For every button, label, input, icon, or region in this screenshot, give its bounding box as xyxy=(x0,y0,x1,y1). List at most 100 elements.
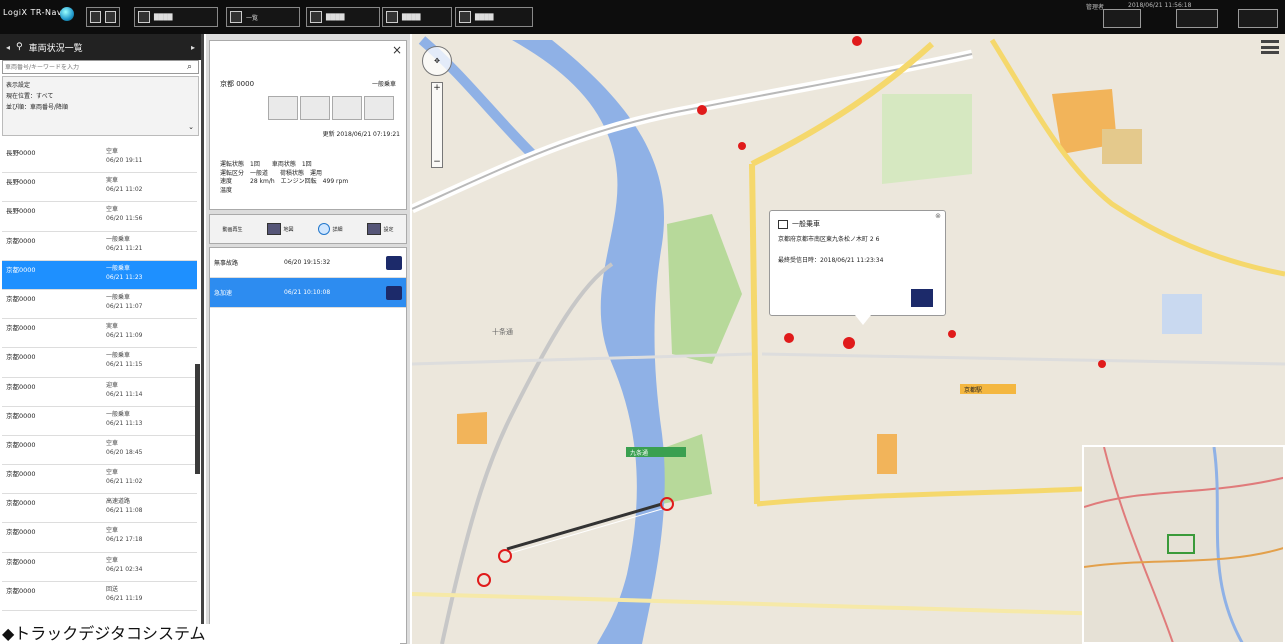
tb-button-1[interactable]: ████ xyxy=(134,7,218,27)
station-marker[interactable] xyxy=(498,549,512,563)
filter-settings[interactable]: 表示設定 現在位置：すべて 並び順：車両番号/降順 ⌄ xyxy=(2,76,199,136)
vehicle-row-time: 06/21 11:02 xyxy=(106,186,143,194)
vehicle-row[interactable]: 長野0000 空車 06/20 11:56 xyxy=(2,202,197,232)
close-icon[interactable]: × xyxy=(392,43,402,57)
vehicle-row[interactable]: 京都0000 一般乗車 06/21 11:15 xyxy=(2,348,197,378)
logout-button[interactable] xyxy=(1238,9,1278,28)
vehicle-row[interactable]: 京都0000 迎車 06/21 11:14 xyxy=(2,378,197,407)
vehicle-marker[interactable] xyxy=(697,105,707,115)
other-button[interactable] xyxy=(364,96,394,120)
vehicle-row[interactable]: 京都0000 一般乗車 06/21 11:07 xyxy=(2,290,197,320)
event-row[interactable]: 急加速 06/21 10:10:08 xyxy=(210,278,406,308)
vehicle-marker[interactable] xyxy=(852,36,862,46)
main-road xyxy=(756,486,1083,507)
search-input[interactable] xyxy=(3,63,187,71)
zoom-out-icon[interactable]: − xyxy=(433,157,441,167)
route-button[interactable] xyxy=(268,96,298,120)
vehicle-row-status: 空車 06/20 11:56 xyxy=(106,205,143,227)
vehicle-row-time: 06/21 02:34 xyxy=(106,565,143,573)
vehicle-row-state: 高速道路 xyxy=(106,498,131,506)
zoom-slider[interactable]: + − xyxy=(431,82,443,168)
map-label: 京都駅 xyxy=(964,386,982,394)
event-row[interactable]: 無事故路 06/20 19:15:32 xyxy=(210,248,406,278)
camera-button[interactable] xyxy=(911,289,933,307)
video-play-button[interactable]: 動画再生 xyxy=(222,226,242,233)
updated-time: 更新 2018/06/21 07:19:21 xyxy=(322,131,400,138)
vehicle-row[interactable]: 京都0000 高速道路 06/21 11:08 xyxy=(2,494,197,524)
popup-time: 最終受信日時：2018/06/21 11:23:34 xyxy=(778,257,884,264)
map-label: 九条通 xyxy=(630,449,648,457)
overview-map[interactable] xyxy=(1082,445,1285,644)
vehicle-marker[interactable] xyxy=(784,333,794,343)
vehicle-row-time: 06/12 17:18 xyxy=(106,536,143,544)
overview-road xyxy=(1084,547,1283,568)
vehicle-row-status: 高速道路 06/21 11:08 xyxy=(106,497,143,519)
vehicle-row[interactable]: 京都0000 実車 06/21 11:09 xyxy=(2,319,197,349)
vehicle-row-time: 06/21 11:08 xyxy=(106,507,143,515)
top-toolbar: LogiX TR-Navi ████ 一覧 ████ ████ ████ 管理者… xyxy=(0,0,1285,34)
zoom-in-icon[interactable]: + xyxy=(433,83,441,93)
vehicle-row[interactable]: 京都0000 一般乗車 06/21 11:13 xyxy=(2,407,197,436)
selected-vehicle-marker[interactable] xyxy=(843,337,855,349)
video-camera-icon[interactable] xyxy=(386,285,402,300)
refresh-button[interactable] xyxy=(1176,9,1218,28)
close-icon[interactable]: ⊗ xyxy=(935,212,941,220)
pan-control[interactable]: ✥ xyxy=(422,46,452,76)
vehicle-row[interactable]: 京都0000 一般乗車 06/21 11:23 xyxy=(2,260,197,290)
vehicle-marker[interactable] xyxy=(948,330,956,338)
vehicle-row-name: 京都0000 xyxy=(6,411,36,420)
camera-icon xyxy=(367,223,382,235)
video-camera-icon[interactable] xyxy=(386,255,402,270)
tb-button-label: ████ xyxy=(475,13,494,21)
vehicle-row[interactable]: 京都0000 空車 06/12 17:18 xyxy=(2,523,197,553)
tb-button-2[interactable]: 一覧 xyxy=(226,7,300,27)
search-button[interactable] xyxy=(332,96,362,120)
chevron-down-icon[interactable]: ⌄ xyxy=(188,122,194,133)
vehicle-row-time: 06/21 11:02 xyxy=(106,478,143,486)
vehicle-row[interactable]: 京都0000 空車 06/20 18:45 xyxy=(2,436,197,466)
collapse-left-icon[interactable]: ◂ xyxy=(6,43,10,52)
vehicle-row[interactable]: 京都0000 一般乗車 06/21 11:21 xyxy=(2,232,197,261)
vehicle-row-state: 一般乗車 xyxy=(106,235,131,243)
vehicle-row[interactable]: 京都0000 回送 06/21 11:19 xyxy=(2,582,197,611)
layout-toggle-button[interactable] xyxy=(86,7,120,27)
toolbar-label: 設定 xyxy=(383,226,394,233)
vehicle-row[interactable]: 長野0000 空車 06/20 19:11 xyxy=(2,144,197,174)
event-list: 無事故路 06/20 19:15:32 急加速 06/21 10:10:08 xyxy=(209,247,407,644)
map-settings-button[interactable] xyxy=(1103,9,1141,28)
expand-right-icon[interactable]: ▸ xyxy=(191,43,195,52)
vehicle-marker[interactable] xyxy=(738,142,746,150)
popup-pointer xyxy=(855,315,871,325)
vehicle-row-time: 06/21 11:21 xyxy=(106,244,143,252)
vehicle-row-time: 06/20 19:11 xyxy=(106,157,143,164)
vehicle-row-time: 06/21 11:13 xyxy=(106,419,143,427)
event-name: 急加速 xyxy=(214,290,233,297)
settings-button[interactable]: 設定 xyxy=(367,223,394,235)
map-menu-icon[interactable] xyxy=(1261,40,1279,54)
road xyxy=(440,262,614,644)
viewport-indicator[interactable] xyxy=(1167,534,1195,554)
vehicle-row-name: 長野0000 xyxy=(6,207,36,216)
message-button[interactable] xyxy=(300,96,330,120)
vehicle-row[interactable]: 京都0000 空車 06/21 02:34 xyxy=(2,553,197,582)
map-view[interactable]: 京都駅 九条通 十条通 ✥ + − ⊗ 一般乗車 京都府京都市南区東九条松ノ木町… xyxy=(412,34,1285,644)
scrollbar[interactable] xyxy=(195,364,200,474)
vehicle-row[interactable]: 長野0000 実車 06/21 11:02 xyxy=(2,173,197,203)
vehicle-icon xyxy=(778,219,788,229)
vehicle-row[interactable]: 京都0000 空車 06/21 11:02 xyxy=(2,465,197,495)
search-icon[interactable]: ⌕ xyxy=(187,62,192,72)
station-marker[interactable] xyxy=(477,573,491,587)
vehicle-row-name: 京都0000 xyxy=(6,499,36,508)
info-button[interactable]: 詳細 xyxy=(318,223,343,235)
vehicle-marker[interactable] xyxy=(1098,360,1106,368)
vehicle-state: 一般乗車 xyxy=(371,81,396,88)
overview-road xyxy=(1103,447,1174,642)
map-button[interactable]: 地図 xyxy=(267,223,294,235)
vehicle-row-time: 06/21 11:14 xyxy=(106,390,143,398)
tb-button-4[interactable]: ████ xyxy=(382,7,452,27)
tb-button-5[interactable]: ████ xyxy=(455,7,533,27)
tb-button-3[interactable]: ████ xyxy=(306,7,380,27)
vehicle-row-state: 空車 xyxy=(106,439,119,447)
globe-icon xyxy=(60,7,74,21)
spec-line: 速度 28 km/h エンジン回転 499 rpm xyxy=(220,178,349,185)
